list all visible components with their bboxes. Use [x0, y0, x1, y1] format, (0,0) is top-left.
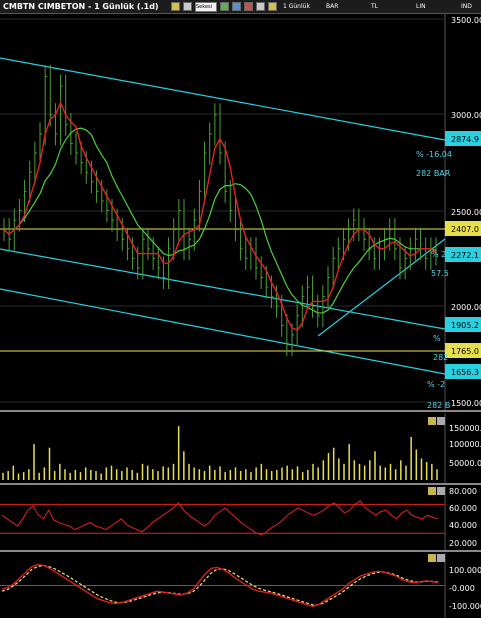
volume-tick-100000: 100000.0	[449, 440, 481, 449]
macd-tick-100: 100.000	[449, 566, 481, 575]
bars-bottom-label: 282 B	[427, 401, 450, 410]
toolbar-delete-icon[interactable]	[244, 2, 253, 11]
bars-low-label: 282	[433, 353, 448, 362]
svg-text:2874.9: 2874.9	[451, 135, 479, 144]
price-tick-3000: 3000.000	[451, 111, 481, 120]
volume-panel: 150000.0 100000.0 50000.0	[0, 413, 481, 483]
price-label-2874: 2874.9	[445, 131, 481, 146]
svg-text:2407.0: 2407.0	[451, 225, 479, 234]
toolbar-tl[interactable]: TL	[371, 3, 413, 10]
rsi-tick-20: 20.000	[449, 539, 477, 548]
toolbar-button-icon[interactable]	[183, 2, 192, 11]
price-label-1905: 1905.2	[445, 317, 481, 332]
price-panel: 3500.000 3000.000 2500.000 2000.000 1500…	[0, 14, 481, 410]
toolbar-lin[interactable]: LIN	[416, 3, 458, 10]
volume-settings-icon[interactable]	[428, 417, 436, 425]
toolbar-bar[interactable]: BAR	[326, 3, 368, 10]
price-tick-1500: 1500.000	[451, 399, 481, 408]
num-mid-label: 57.5	[431, 269, 449, 278]
macd-tick-minus100: -100.000	[449, 602, 481, 611]
pct-mid-label: % 2	[431, 250, 446, 259]
rsi-tick-40: 40.000	[449, 521, 477, 530]
macd-settings-icon[interactable]	[428, 554, 436, 562]
toolbar-field[interactable]: Sekesi	[195, 1, 217, 12]
svg-text:2272.1: 2272.1	[451, 251, 479, 260]
macd-panel: 100.000 -0.000 -100.000	[0, 553, 481, 618]
rsi-tick-60: 60.000	[449, 504, 477, 513]
rsi-settings-icon[interactable]	[428, 487, 436, 495]
pct-top-label: % -16.04	[416, 150, 452, 159]
toolbar-period[interactable]: 1 Günlük	[283, 3, 323, 10]
price-label-1656: 1656.3	[445, 364, 481, 379]
pct-low-label: %	[433, 334, 441, 343]
macd-close-icon[interactable]	[437, 554, 445, 562]
toolbar-check-icon[interactable]	[220, 2, 229, 11]
chart-area: 3500.000 3000.000 2500.000 2000.000 1500…	[0, 14, 481, 618]
toolbar-zoom-icon[interactable]	[256, 2, 265, 11]
toolbar-ind[interactable]: IND	[461, 3, 481, 10]
window-titlebar: CMBTN CIMBETON - 1 Günlük (.1d) Sekesi 1…	[0, 0, 481, 14]
svg-text:1656.3: 1656.3	[451, 368, 479, 377]
pct-bottom-label: % -2	[427, 380, 445, 389]
toolbar-draw-icon[interactable]	[268, 2, 277, 11]
price-label-2407: 2407.0	[445, 221, 481, 236]
toolbar: Sekesi 1 Günlük BAR TL LIN IND	[171, 1, 481, 12]
volume-close-icon[interactable]	[437, 417, 445, 425]
price-tick-2500: 2500.000	[451, 208, 481, 217]
svg-text:1765.0: 1765.0	[451, 347, 479, 356]
toolbar-chart-icon[interactable]	[232, 2, 241, 11]
price-label-2272: 2272.1	[445, 247, 481, 262]
rsi-close-icon[interactable]	[437, 487, 445, 495]
rsi-tick-80: 80.000	[449, 487, 477, 496]
bars-top-label: 282 BAR	[416, 169, 451, 178]
toolbar-color-icon[interactable]	[171, 2, 180, 11]
volume-tick-50000: 50000.0	[449, 459, 481, 468]
macd-tick-0: -0.000	[449, 584, 475, 593]
svg-text:1905.2: 1905.2	[451, 321, 479, 330]
price-tick-2000: 2000.000	[451, 303, 481, 312]
price-tick-3500: 3500.000	[451, 16, 481, 25]
rsi-panel: 80.000 60.000 40.000 20.000	[0, 486, 481, 550]
window-title: CMBTN CIMBETON - 1 Günlük (.1d)	[3, 2, 159, 11]
price-label-1765: 1765.0	[445, 343, 481, 358]
volume-tick-150000: 150000.0	[449, 424, 481, 433]
